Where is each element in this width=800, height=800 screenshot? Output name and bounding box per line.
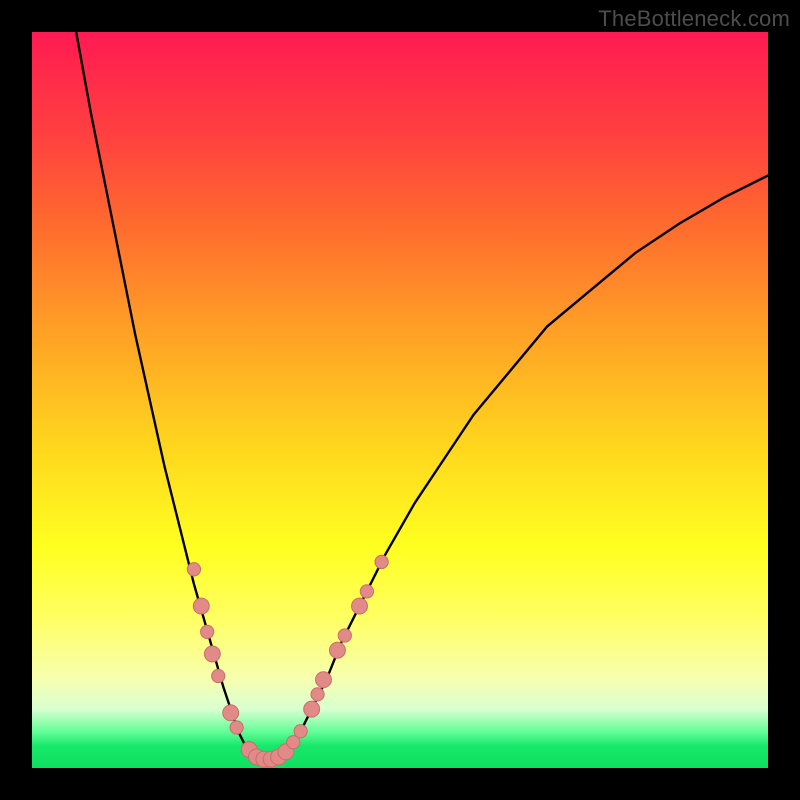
curve-svg <box>32 32 768 768</box>
curve-dot <box>375 555 388 568</box>
curve-dot <box>201 625 214 638</box>
curve-dot <box>316 672 332 688</box>
curve-dot <box>204 646 220 662</box>
curve-dot <box>329 642 345 658</box>
plot-area <box>32 32 768 768</box>
curve-dot <box>360 585 373 598</box>
bottleneck-curve <box>76 32 768 761</box>
curve-dot <box>223 705 239 721</box>
curve-dot <box>193 598 209 614</box>
curve-dot <box>230 721 243 734</box>
watermark-text: TheBottleneck.com <box>598 6 790 32</box>
curve-dots <box>187 555 388 767</box>
curve-dot <box>352 598 368 614</box>
curve-dot <box>304 701 320 717</box>
outer-frame: TheBottleneck.com <box>0 0 800 800</box>
curve-dot <box>212 669 225 682</box>
curve-dot <box>294 725 307 738</box>
curve-dot <box>338 629 351 642</box>
curve-dot <box>311 688 324 701</box>
curve-dot <box>187 563 200 576</box>
